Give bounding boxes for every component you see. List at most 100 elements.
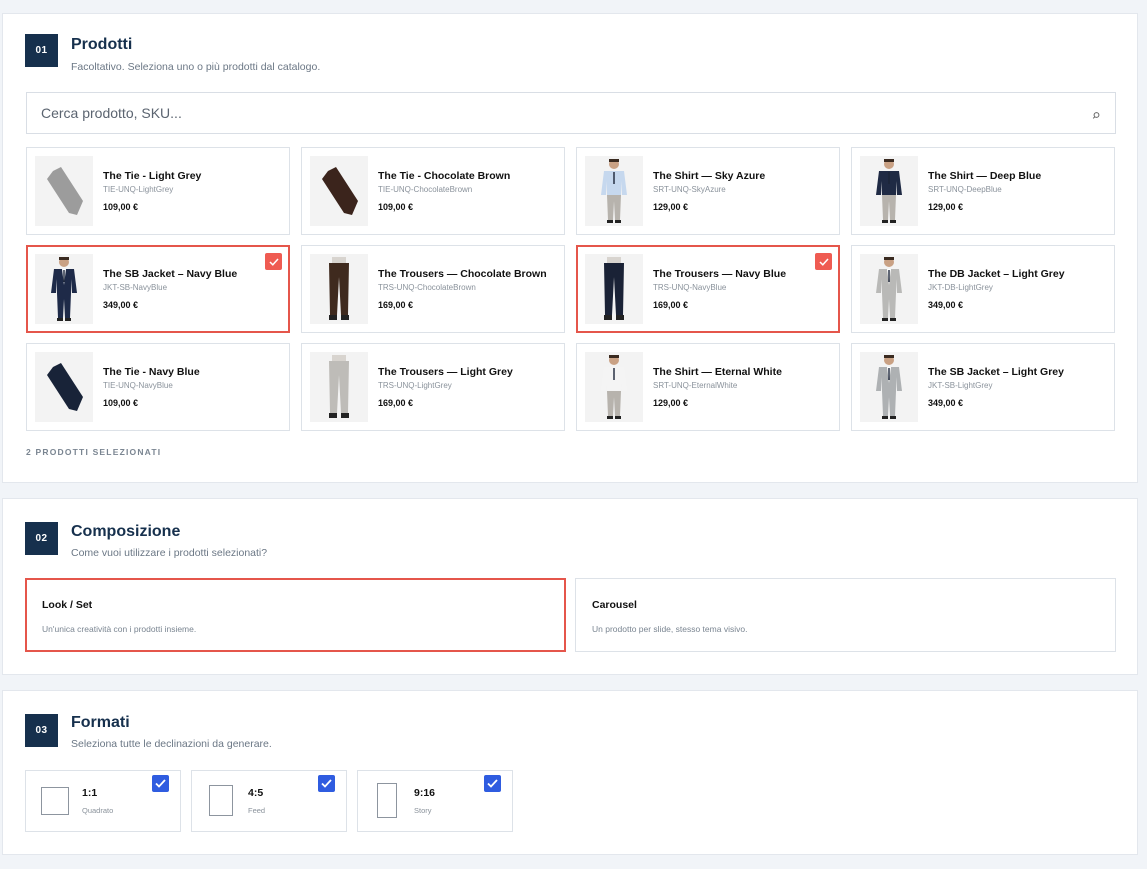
product-card[interactable]: The SB Jacket – Navy Blue JKT-SB-NavyBlue… — [26, 245, 290, 333]
product-image — [35, 352, 93, 422]
product-image — [35, 254, 93, 324]
format-checkbox[interactable] — [152, 775, 169, 792]
product-price: 349,00 € — [928, 398, 964, 408]
product-price: 129,00 € — [928, 202, 964, 212]
product-image — [860, 352, 918, 422]
product-sku: JKT-SB-NavyBlue — [103, 283, 168, 292]
check-icon — [321, 779, 332, 788]
product-selected-checkbox[interactable] — [815, 253, 832, 270]
product-card[interactable]: The Tie - Chocolate Brown TIE-UNQ-Chocola… — [301, 147, 565, 235]
product-info: The Shirt — Eternal White SRT-UNQ-Eternal… — [653, 366, 782, 408]
section-subtitle: Come vuoi utilizzare i prodotti selezion… — [71, 547, 268, 559]
product-image — [310, 156, 368, 226]
product-name: The SB Jacket – Light Grey — [928, 366, 1064, 378]
product-image — [310, 254, 368, 324]
section-subtitle: Facoltativo. Seleziona uno o più prodott… — [71, 61, 321, 73]
format-option-9-16[interactable]: 9:16 Story — [357, 770, 513, 832]
section-title: Prodotti — [71, 36, 133, 53]
selected-products-count: 2 PRODOTTI SELEZIONATI — [26, 447, 162, 457]
product-card[interactable]: The Shirt — Eternal White SRT-UNQ-Eternal… — [576, 343, 840, 431]
product-info: The Trousers — Light Grey TRS-UNQ-LightGr… — [378, 366, 513, 408]
product-image — [310, 352, 368, 422]
step-number-badge: 03 — [25, 714, 58, 747]
section-title: Composizione — [71, 523, 181, 540]
product-info: The SB Jacket – Light Grey JKT-SB-LightGr… — [928, 366, 1064, 408]
product-image — [860, 156, 918, 226]
format-checkbox[interactable] — [318, 775, 335, 792]
section-subtitle: Seleziona tutte le declinazioni da gener… — [71, 738, 272, 750]
product-card[interactable]: The Trousers — Chocolate Brown TRS-UNQ-Ch… — [301, 245, 565, 333]
option-title: Carousel — [592, 599, 637, 611]
format-checkbox[interactable] — [484, 775, 501, 792]
product-info: The SB Jacket – Navy Blue JKT-SB-NavyBlue… — [103, 268, 237, 310]
product-search-box[interactable] — [26, 92, 1116, 134]
product-card[interactable]: The Tie - Light Grey TIE-UNQ-LightGrey 109… — [26, 147, 290, 235]
product-name: The Shirt — Deep Blue — [928, 170, 1042, 182]
portrait-ratio-icon — [209, 785, 233, 816]
product-image — [585, 352, 643, 422]
composition-option-carousel[interactable]: Carousel Un prodotto per slide, stesso t… — [575, 578, 1116, 652]
format-ratio: 9:16 — [414, 787, 436, 799]
product-info: The Shirt — Deep Blue SRT-UNQ-DeepBlue 129… — [928, 170, 1041, 212]
step-number-badge: 02 — [25, 522, 58, 555]
product-name: The Trousers — Navy Blue — [653, 268, 787, 280]
product-card[interactable]: The SB Jacket – Light Grey JKT-SB-LightGr… — [851, 343, 1115, 431]
product-image — [35, 156, 93, 226]
product-name: The DB Jacket – Light Grey — [928, 268, 1065, 280]
product-name: The Tie - Navy Blue — [103, 366, 200, 378]
product-card[interactable]: The Trousers — Light Grey TRS-UNQ-LightGr… — [301, 343, 565, 431]
check-icon — [818, 257, 829, 266]
product-info: The Tie - Chocolate Brown TIE-UNQ-Chocola… — [378, 170, 510, 212]
option-description: Un prodotto per slide, stesso tema visiv… — [592, 624, 748, 634]
format-option-4-5[interactable]: 4:5 Feed — [191, 770, 347, 832]
check-icon — [487, 779, 498, 788]
product-card[interactable]: The Shirt — Deep Blue SRT-UNQ-DeepBlue 129… — [851, 147, 1115, 235]
product-card[interactable]: The Trousers — Navy Blue TRS-UNQ-NavyBlue… — [576, 245, 840, 333]
product-grid: The Tie - Light Grey TIE-UNQ-LightGrey 109… — [26, 147, 1116, 431]
product-price: 109,00 € — [103, 398, 139, 408]
composition-option-look-set[interactable]: Look / Set Un'unica creatività con i pro… — [25, 578, 566, 652]
product-sku: TRS-UNQ-NavyBlue — [653, 283, 727, 292]
product-sku: TRS-UNQ-LightGrey — [378, 381, 452, 390]
format-ratio: 4:5 — [248, 787, 264, 799]
product-selected-checkbox[interactable] — [265, 253, 282, 270]
search-icon[interactable] — [1091, 108, 1101, 119]
product-search-input[interactable] — [41, 105, 1091, 121]
product-name: The Shirt — Sky Azure — [653, 170, 766, 182]
product-sku: TIE-UNQ-NavyBlue — [103, 381, 173, 390]
square-ratio-icon — [41, 787, 69, 815]
product-price: 169,00 € — [653, 300, 689, 310]
product-card[interactable]: The DB Jacket – Light Grey JKT-DB-LightGr… — [851, 245, 1115, 333]
product-info: The Trousers — Navy Blue TRS-UNQ-NavyBlue… — [653, 268, 786, 310]
product-name: The Tie - Light Grey — [103, 170, 202, 182]
format-option-1-1[interactable]: 1:1 Quadrato — [25, 770, 181, 832]
product-price: 349,00 € — [928, 300, 964, 310]
product-info: The Tie - Light Grey TIE-UNQ-LightGrey 109… — [103, 170, 201, 212]
option-title: Look / Set — [42, 599, 93, 611]
product-sku: SRT-UNQ-EternalWhite — [653, 381, 738, 390]
product-name: The Shirt — Eternal White — [653, 366, 782, 378]
product-image — [585, 254, 643, 324]
option-description: Un'unica creatività con i prodotti insie… — [42, 624, 197, 634]
product-name: The Trousers — Light Grey — [378, 366, 513, 378]
product-name: The SB Jacket – Navy Blue — [103, 268, 238, 280]
format-label: Feed — [248, 806, 266, 815]
product-image — [585, 156, 643, 226]
story-ratio-icon — [377, 783, 397, 818]
product-price: 349,00 € — [103, 300, 139, 310]
product-sku: SRT-UNQ-DeepBlue — [928, 185, 1002, 194]
product-card[interactable]: The Tie - Navy Blue TIE-UNQ-NavyBlue 109,0… — [26, 343, 290, 431]
step-number-badge: 01 — [25, 34, 58, 67]
product-info: The Shirt — Sky Azure SRT-UNQ-SkyAzure 129… — [653, 170, 765, 212]
product-sku: TIE-UNQ-LightGrey — [103, 185, 174, 194]
product-price: 169,00 € — [378, 398, 414, 408]
format-label: Quadrato — [82, 806, 114, 815]
product-info: The Trousers — Chocolate Brown TRS-UNQ-Ch… — [378, 268, 547, 310]
product-sku: JKT-DB-LightGrey — [928, 283, 993, 292]
product-info: The Tie - Navy Blue TIE-UNQ-NavyBlue 109,0… — [103, 366, 200, 408]
product-price: 169,00 € — [378, 300, 414, 310]
product-sku: TRS-UNQ-ChocolateBrown — [378, 283, 476, 292]
product-image — [860, 254, 918, 324]
product-name: The Trousers — Chocolate Brown — [378, 268, 547, 280]
product-card[interactable]: The Shirt — Sky Azure SRT-UNQ-SkyAzure 129… — [576, 147, 840, 235]
